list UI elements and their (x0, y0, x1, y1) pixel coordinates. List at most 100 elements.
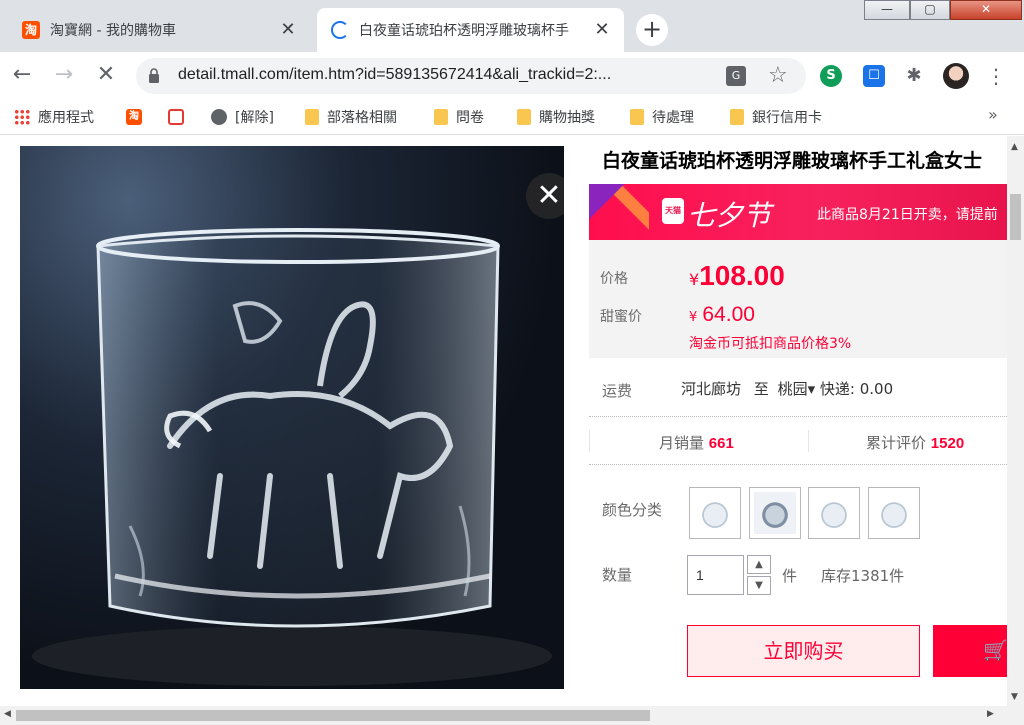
tmall-badge: 天猫 (662, 198, 684, 224)
window-close-button[interactable]: ✕ (950, 0, 1022, 20)
color-thumbnail (694, 492, 736, 534)
taobao-icon: 淘 (22, 21, 40, 39)
bookmark-label: 應用程式 (38, 110, 94, 126)
ship-to-select[interactable]: 桃园▾ (778, 380, 816, 398)
bookmark-folder-todo[interactable]: 待處理 (630, 107, 694, 127)
quantity-decrease-icon[interactable]: ▼ (747, 576, 771, 595)
bookmark-star-icon[interactable]: ☆ (768, 63, 788, 88)
scroll-left-icon[interactable]: ◀ (4, 709, 11, 719)
scroll-right-icon[interactable]: ▶ (987, 709, 994, 719)
sweet-price-value: ¥ 64.00 (689, 303, 755, 326)
shipping-label: 运费 (602, 382, 633, 400)
scroll-down-icon[interactable]: ▼ (1011, 692, 1018, 702)
folder-icon (305, 109, 319, 125)
color-option[interactable] (868, 487, 920, 539)
extension-tag-icon[interactable]: ☐ (863, 65, 885, 87)
stock-count: 库存1381件 (821, 567, 905, 585)
price-value: ¥108.00 (689, 260, 785, 291)
decorative-shapes (589, 184, 649, 240)
ship-from: 河北廊坊 (681, 380, 742, 398)
festival-logo: 七夕节 (687, 199, 772, 232)
quantity-label: 数量 (602, 566, 633, 584)
divider (589, 430, 590, 452)
price-label: 价格 (600, 271, 628, 287)
bookmark-folder-survey[interactable]: 問卷 (434, 107, 484, 127)
horizontal-scrollbar[interactable]: ◀ ▶ (0, 706, 1024, 725)
back-arrow-icon[interactable]: ← (8, 61, 36, 89)
forward-arrow-icon[interactable]: → (50, 61, 78, 89)
image-search-icon (168, 109, 184, 125)
vertical-scrollbar[interactable]: ▲ ▼ (1007, 136, 1024, 706)
stop-loading-icon[interactable]: ✕ (92, 61, 120, 89)
monthly-sales: 月销量 661 (659, 434, 734, 452)
bookmark-image[interactable] (168, 107, 192, 127)
color-option[interactable] (808, 487, 860, 539)
bookmark-unlock[interactable]: [解除] (211, 107, 274, 127)
scroll-up-icon[interactable]: ▲ (1011, 142, 1018, 152)
scrollbar-thumb[interactable] (1010, 194, 1021, 240)
bookmarks-bar: 應用程式 淘 [解除] 部落格相關 問卷 購物抽獎 待處理 銀行信用卡 » (0, 99, 1024, 135)
product-title: 白夜童话琥珀杯透明浮雕玻璃杯手工礼盒女士 (602, 150, 983, 172)
close-icon[interactable]: ✕ (526, 173, 564, 219)
quantity-increase-icon[interactable]: ▲ (747, 555, 771, 574)
bookmark-label: 部落格相關 (327, 110, 397, 126)
folder-icon (630, 109, 644, 125)
taobao-icon: 淘 (126, 109, 142, 125)
bookmark-label: 問卷 (456, 110, 484, 126)
divider (589, 416, 1007, 417)
extensions-puzzle-icon[interactable]: ✱ (903, 65, 925, 87)
address-bar[interactable]: detail.tmall.com/item.htm?id=58913567241… (136, 58, 806, 94)
bookmark-apps[interactable]: 應用程式 (14, 107, 94, 127)
presale-notice: 此商品8月21日开卖，请提前 (817, 207, 998, 223)
color-thumbnail (754, 492, 796, 534)
menu-kebab-icon[interactable]: ⋮ (986, 64, 1006, 88)
folder-icon (434, 109, 448, 125)
chevron-down-icon: ▾ (807, 380, 816, 398)
profile-avatar[interactable] (943, 63, 969, 89)
scrollbar-thumb[interactable] (16, 710, 650, 721)
extension-s-icon[interactable]: S (820, 65, 842, 87)
globe-icon (211, 109, 227, 125)
tab-title: 白夜童话琥珀杯透明浮雕玻璃杯手 (359, 23, 569, 39)
window-maximize-button[interactable]: ▢ (910, 0, 950, 20)
cart-icon: 🛒 (983, 638, 1007, 662)
bookmark-folder-bank[interactable]: 銀行信用卡 (730, 107, 822, 127)
sweet-price-label: 甜蜜价 (600, 309, 642, 325)
loading-spinner-icon (331, 21, 349, 39)
bookmarks-more-icon[interactable]: » (988, 105, 998, 124)
lock-icon (149, 68, 159, 83)
review-count[interactable]: 累计评价 1520 (866, 432, 964, 453)
bookmark-taobao[interactable]: 淘 (126, 107, 150, 127)
tab-cart[interactable]: 淘 淘寶網 - 我的購物車 ✕ (8, 8, 310, 52)
quantity-unit: 件 (782, 567, 798, 585)
color-option[interactable] (689, 487, 741, 539)
url-text[interactable]: detail.tmall.com/item.htm?id=58913567241… (178, 66, 611, 84)
bookmark-folder-blog[interactable]: 部落格相關 (305, 107, 397, 127)
bookmark-label: [解除] (235, 110, 274, 126)
product-photo: ✕ (20, 146, 564, 689)
bookmark-folder-lottery[interactable]: 購物抽獎 (517, 107, 595, 127)
shipping-info: 河北廊坊 至 桃园▾ 快递: 0.00 (681, 378, 893, 399)
tab-close-icon[interactable]: ✕ (276, 18, 300, 42)
color-thumbnail (873, 492, 915, 534)
tab-title: 淘寶網 - 我的購物車 (50, 23, 176, 39)
coin-discount-note: 淘金币可抵扣商品价格3% (689, 336, 852, 352)
promo-banner[interactable]: 天猫 七夕节 此商品8月21日开卖，请提前 (589, 184, 1007, 240)
new-tab-button[interactable]: + (636, 14, 668, 46)
color-option[interactable] (749, 487, 801, 539)
tab-close-icon[interactable]: ✕ (590, 18, 614, 42)
quantity-input[interactable] (687, 555, 744, 595)
add-to-cart-button[interactable]: 🛒 (933, 625, 1007, 677)
bookmark-label: 待處理 (652, 110, 694, 126)
window-minimize-button[interactable]: — (864, 0, 910, 20)
divider (589, 464, 1007, 465)
bookmark-label: 銀行信用卡 (752, 110, 822, 126)
tab-product[interactable]: 白夜童话琥珀杯透明浮雕玻璃杯手 ✕ (317, 8, 624, 52)
color-label: 颜色分类 (602, 501, 663, 519)
tab-strip: 淘 淘寶網 - 我的購物車 ✕ 白夜童话琥珀杯透明浮雕玻璃杯手 ✕ + — ▢ … (0, 0, 1024, 52)
ship-method: 快递: 0.00 (819, 380, 894, 398)
buy-now-button[interactable]: 立即购买 (687, 625, 920, 677)
translate-icon[interactable]: G (726, 66, 746, 86)
price-box: 价格 ¥108.00 甜蜜价 ¥ 64.00 淘金币可抵扣商品价格3% (589, 240, 1007, 358)
glass-cup-illustration (32, 228, 552, 686)
